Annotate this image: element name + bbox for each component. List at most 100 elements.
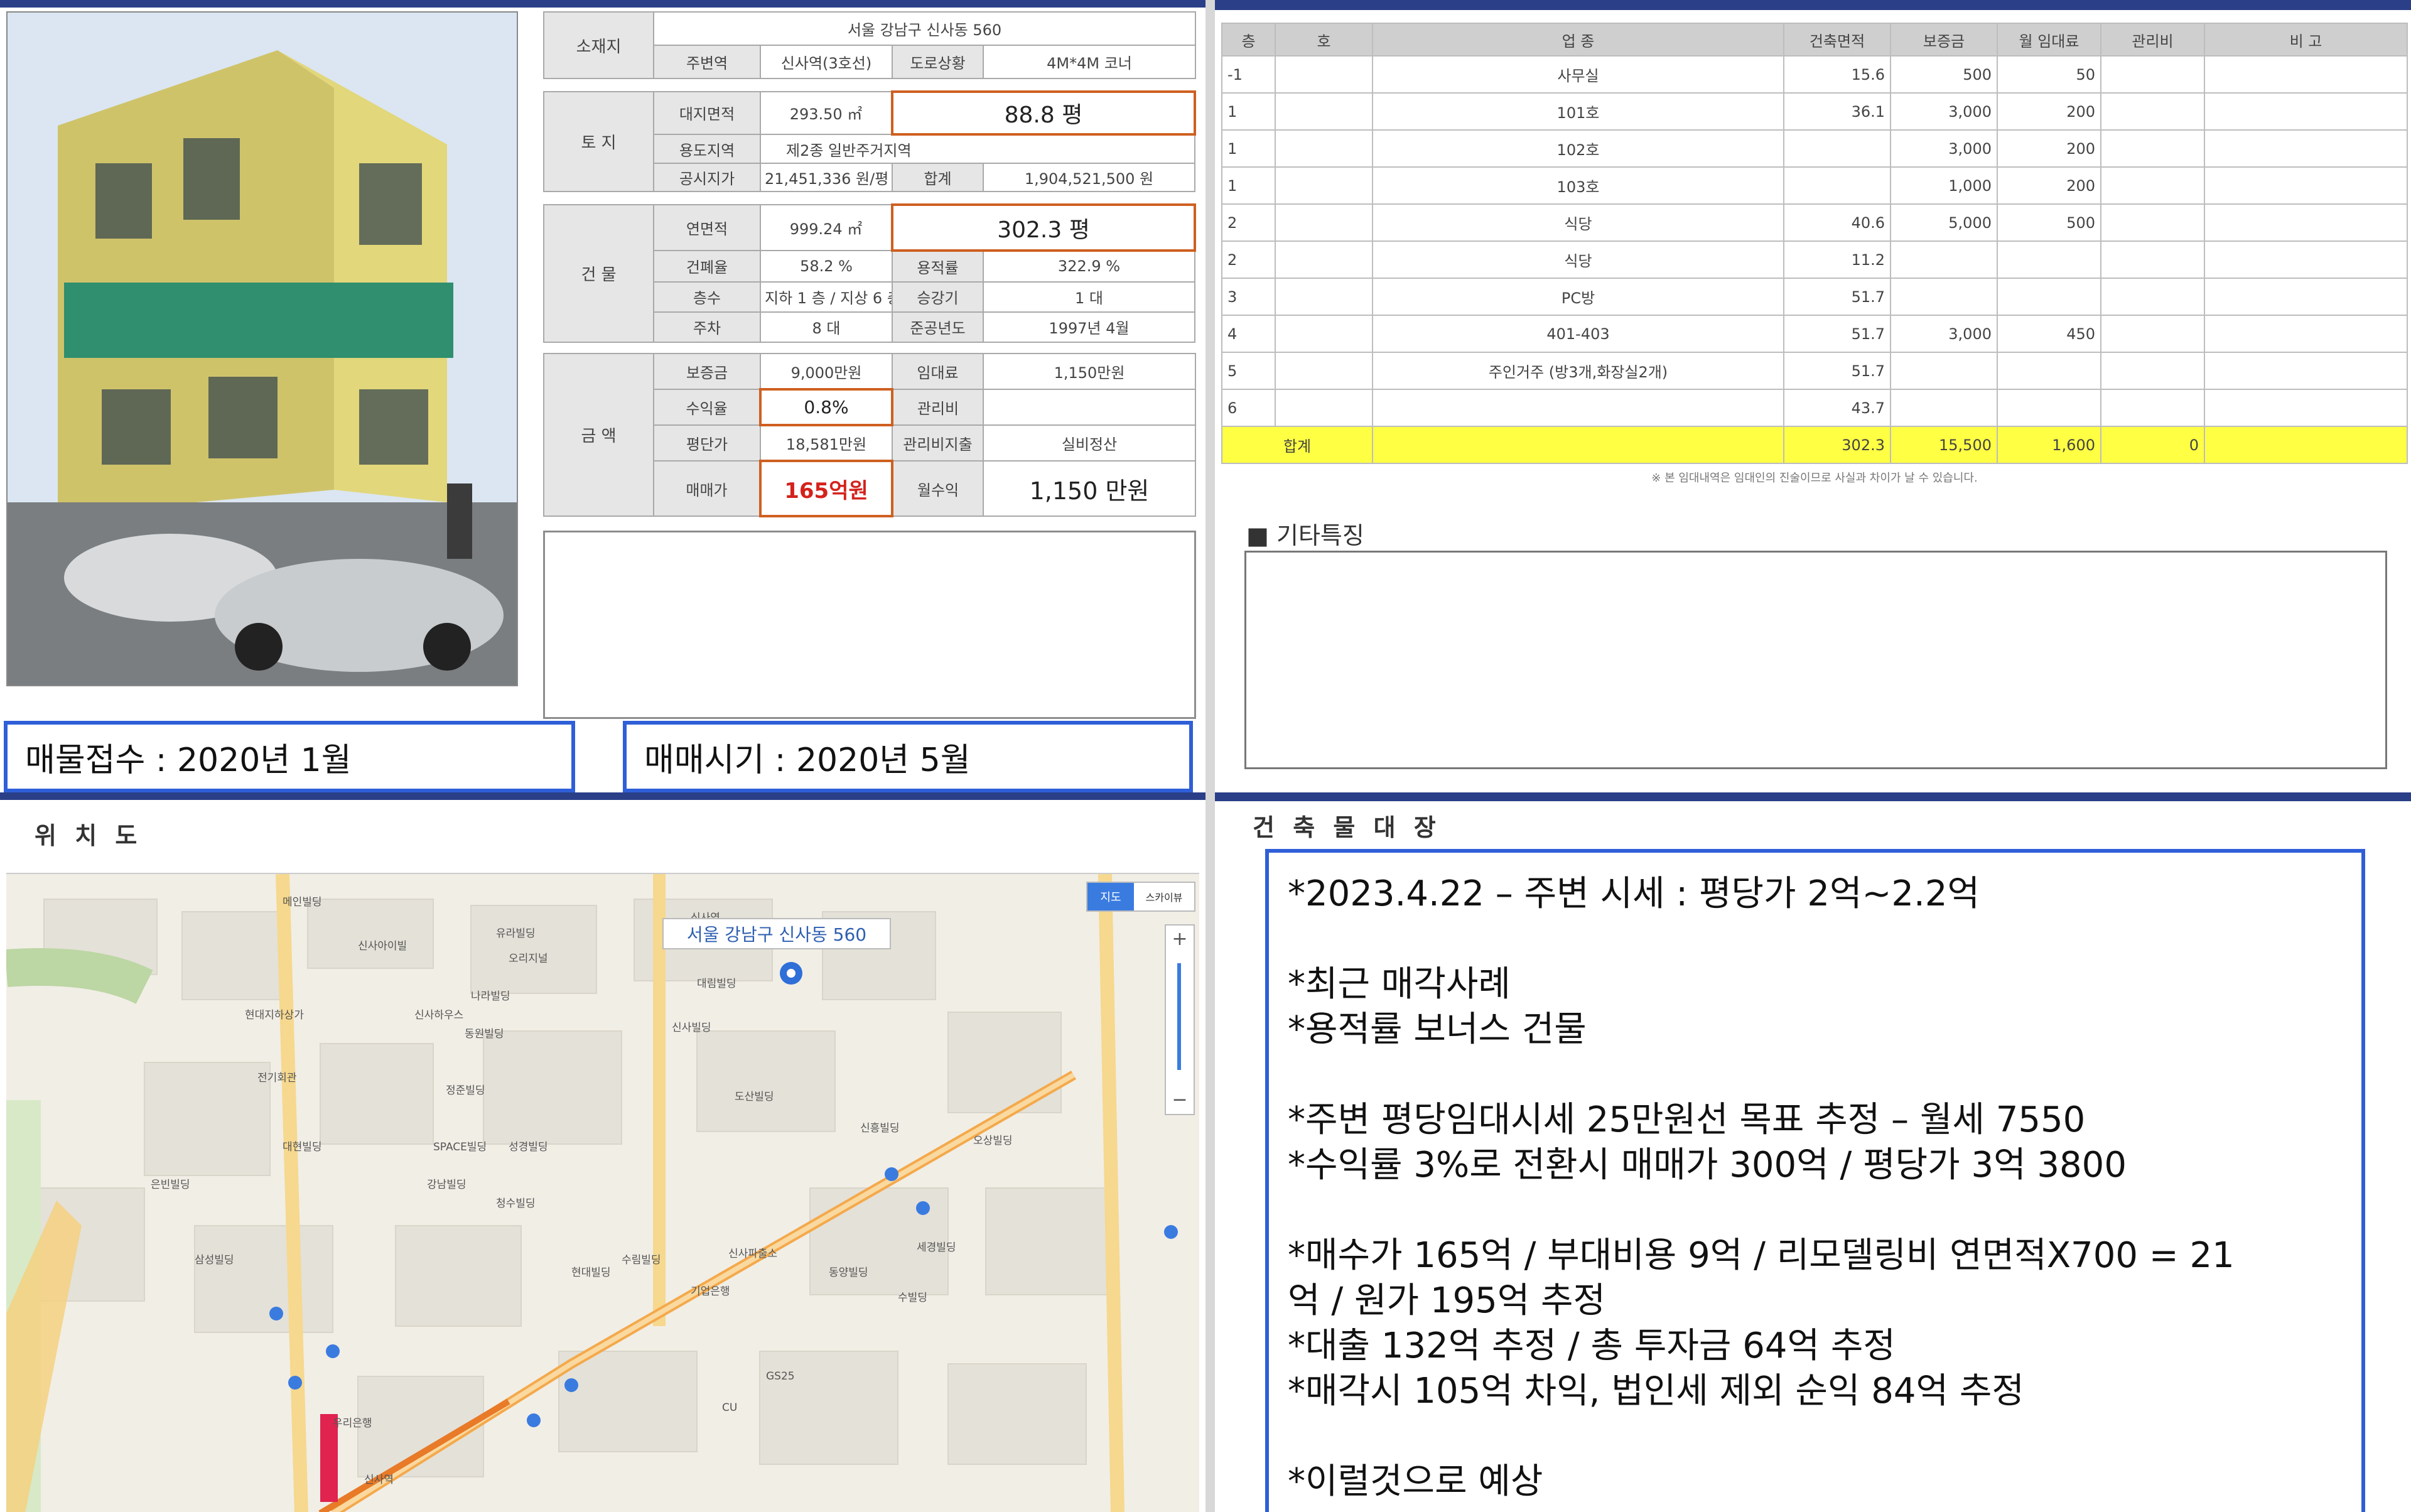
land-area-value: 293.50 ㎡ [760, 91, 893, 135]
table-row: 2 식당 11.2 [1221, 240, 2408, 279]
monthly-label: 월수익 [892, 460, 984, 517]
cell [2204, 129, 2408, 168]
cell: 6 [1221, 389, 1276, 427]
cell: 식당 [1372, 203, 1784, 242]
memo-box [543, 531, 1196, 719]
col-floor: 층 [1221, 23, 1276, 57]
table-row: 4 401-403 51.7 3,000 450 [1221, 315, 2408, 353]
map-label: 오상빌딩 [973, 1135, 1013, 1147]
location-map[interactable]: 신사역 메인빌딩 유라빌딩 신사아이빌 오리지널 현대지하상가 나라빌딩 신사하… [6, 873, 1199, 1512]
cell [1275, 315, 1373, 353]
land-table: 토 지 대지면적 293.50 ㎡ 88.8 평 용도지역 제2종 일반주거지역… [543, 90, 1196, 192]
map-drawing [6, 874, 1199, 1512]
cell [1275, 240, 1373, 279]
building-table: 건 물 연면적 999.24 ㎡ 302.3 평 건폐율 58.2 % 용적률 … [543, 203, 1196, 343]
cell [1890, 240, 1998, 279]
cell [1275, 129, 1373, 168]
floor-area-value: 999.24 ㎡ [760, 204, 893, 251]
cell [2204, 315, 2408, 353]
table-row: 1 101호 36.1 3,000 200 [1221, 92, 2408, 131]
location-label: 소재지 [543, 11, 654, 79]
skyview-button[interactable]: 스카이뷰 [1134, 883, 1194, 910]
zoom-in-button[interactable]: + [1166, 926, 1194, 953]
map-label: 삼성빌딩 [195, 1254, 234, 1266]
cell [1997, 278, 2101, 316]
table-row: 1 103호 1,000 200 [1221, 166, 2408, 205]
cell: 40.6 [1783, 203, 1891, 242]
note-line: *매각시 105억 차익, 법인세 제외 순익 84억 추정 [1288, 1371, 2024, 1412]
cell: 3,000 [1890, 92, 1998, 131]
map-label: 세경빌딩 [917, 1241, 956, 1254]
zoning-value: 제2종 일반주거지역 [760, 133, 1195, 165]
map-label: 유라빌딩 [496, 927, 536, 940]
sold-date-box: 매매시기 : 2020년 5월 [623, 721, 1193, 792]
unit-price-value: 18,581만원 [760, 424, 893, 462]
mgmt-exp-value: 실비정산 [983, 424, 1196, 462]
table-row: 5 주인거주 (방3개,화장실2개) 51.7 [1221, 352, 2408, 390]
map-label: 도산빌딩 [735, 1091, 774, 1103]
map-label: 신흥빌딩 [860, 1122, 900, 1135]
note-line: 억 / 원가 195억 추정 [1288, 1280, 1606, 1321]
note-line: *2023.4.22 – 주변 시세 : 평당가 2억~2.2억 [1288, 873, 1980, 914]
cell: 401-403 [1372, 315, 1784, 353]
col-deposit: 보증금 [1890, 23, 1998, 57]
zoom-out-button[interactable]: − [1166, 1086, 1194, 1114]
bcr-value: 58.2 % [760, 250, 893, 283]
map-label: 메인빌딩 [283, 896, 322, 909]
monthly-value: 1,150 만원 [983, 460, 1196, 517]
map-button[interactable]: 지도 [1087, 883, 1134, 910]
map-label: 동양빌딩 [829, 1266, 868, 1279]
total-area: 302.3 [1783, 426, 1891, 464]
cell: 5 [1221, 352, 1276, 390]
bottom-left-header-bar [0, 792, 1206, 800]
col-business: 업 종 [1372, 23, 1784, 57]
cell: 15.6 [1783, 55, 1891, 94]
parking-value: 8 대 [760, 311, 893, 343]
notes-box: *2023.4.22 – 주변 시세 : 평당가 2억~2.2억 *최근 매각사… [1265, 849, 2365, 1512]
col-note: 비 고 [2204, 23, 2408, 57]
station-label: 주변역 [653, 45, 761, 79]
cell [2204, 352, 2408, 390]
cell [1890, 389, 1998, 427]
zoom-slider[interactable] [1177, 963, 1181, 1070]
zoom-control: + − [1165, 924, 1195, 1115]
amount-label: 금 액 [543, 353, 654, 517]
official-price-label: 공시지가 [653, 163, 761, 192]
map-label: 우리은행 [333, 1417, 372, 1430]
road-label: 도로상황 [892, 45, 984, 79]
etc-box [1244, 551, 2387, 769]
building-label: 건 물 [543, 204, 654, 343]
map-label: 기업은행 [691, 1285, 730, 1298]
map-label: 수림빌딩 [622, 1254, 661, 1266]
note-line: *수익률 3%로 전환시 매매가 300억 / 평당가 3억 3800 [1288, 1145, 2127, 1185]
cell [1275, 278, 1373, 316]
building-photo [6, 11, 518, 686]
far-label: 용적률 [892, 250, 984, 283]
cell: 3,000 [1890, 315, 1998, 353]
top-left-header-bar [0, 0, 1206, 8]
table-row: 6 43.7 [1221, 389, 2408, 427]
cell: 200 [1997, 92, 2101, 131]
address-value: 서울 강남구 신사동 560 [653, 11, 1196, 46]
sale-price-value: 165억원 [759, 460, 893, 517]
ledger-title: 건 축 물 대 장 [1253, 814, 1441, 841]
map-label: 신사역 [364, 1474, 394, 1486]
cell [2100, 278, 2205, 316]
floor-area-label: 연면적 [653, 204, 761, 251]
sale-price-label: 매매가 [653, 460, 761, 517]
cell: 36.1 [1783, 92, 1891, 131]
cell [1890, 278, 1998, 316]
map-label: 현대지하상가 [245, 1009, 304, 1022]
note-line: *주변 평당임대시세 25만원선 목표 추정 – 월세 7550 [1288, 1099, 2086, 1140]
cell: 1 [1221, 129, 1276, 168]
cell: 200 [1997, 129, 2101, 168]
map-address-callout: 서울 강남구 신사동 560 [662, 918, 891, 949]
station-value: 신사역(3호선) [760, 45, 893, 79]
cell: 사무실 [1372, 55, 1784, 94]
location-map-title: 위 치 도 [35, 822, 143, 850]
cell [2204, 240, 2408, 279]
amount-table: 금 액 보증금 9,000만원 임대료 1,150만원 수익율 0.8% 관리비… [543, 353, 1196, 517]
cell [1275, 352, 1373, 390]
completion-value: 1997년 4월 [983, 311, 1195, 343]
cell: 식당 [1372, 240, 1784, 279]
